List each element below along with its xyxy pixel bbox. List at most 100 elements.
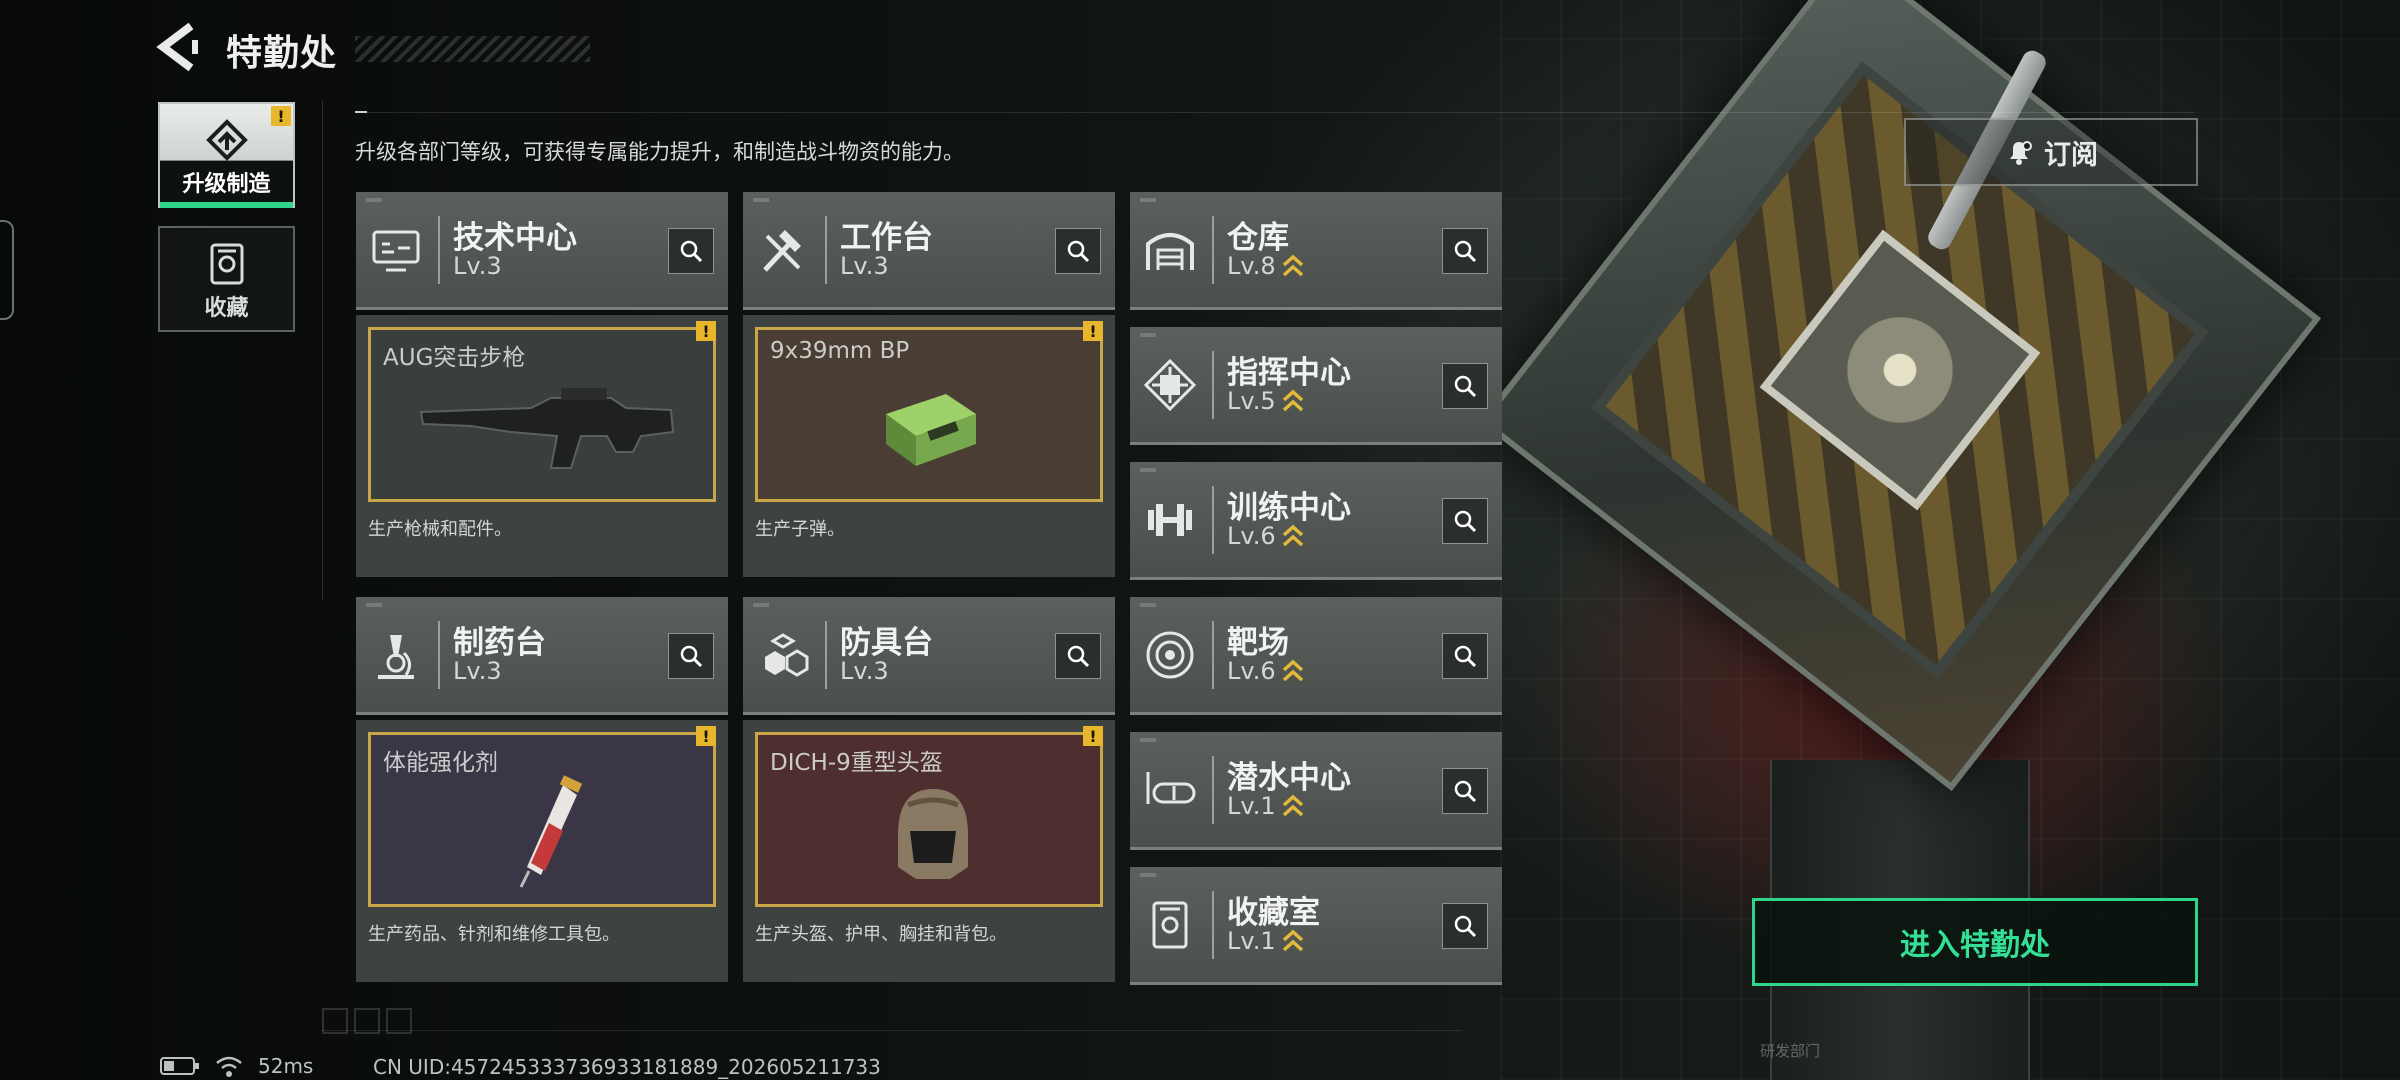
product-description: 生产头盔、护甲、胸挂和背包。	[755, 924, 1007, 945]
dept-name: 工作台	[840, 220, 933, 256]
search-button[interactable]	[1442, 228, 1488, 274]
upgrade-chevron-icon	[1282, 524, 1304, 547]
dept-level: Lv.3	[840, 657, 889, 685]
side-divider	[322, 100, 323, 600]
search-button[interactable]	[1442, 633, 1488, 679]
dept-card-collection-room[interactable]: 收藏室 Lv.1	[1130, 867, 1502, 985]
back-button[interactable]	[155, 22, 201, 72]
dept-level: Lv.6	[1227, 657, 1276, 685]
header-divider	[355, 111, 2195, 113]
active-indicator	[160, 202, 293, 208]
warehouse-icon	[1146, 233, 1194, 270]
hammer-wrench-icon	[763, 230, 801, 272]
upgrade-chevron-icon	[1282, 659, 1304, 682]
dept-name: 防具台	[840, 625, 933, 661]
product-name: 9x39mm BP	[770, 338, 910, 364]
search-icon	[1067, 240, 1090, 263]
search-button[interactable]	[1055, 228, 1101, 274]
dept-name: 制药台	[453, 625, 546, 661]
enter-button-label: 进入特勤处	[1900, 928, 2050, 963]
product-description: 生产药品、针剂和维修工具包。	[368, 924, 620, 945]
dept-card-diving-center[interactable]: 潜水中心 Lv.1	[1130, 732, 1502, 850]
background-label: 研发部门	[1760, 1042, 1821, 1060]
production-panel-pharmacy[interactable]: 体能强化剂 ! 生产药品、针剂和维修工具包。	[356, 720, 728, 982]
search-button[interactable]	[668, 633, 714, 679]
dept-name: 训练中心	[1227, 490, 1351, 526]
tab-collection[interactable]: 收藏	[158, 226, 295, 332]
product-name: DICH-9重型头盔	[770, 750, 943, 776]
search-icon	[1454, 240, 1477, 263]
dept-card-shooting-range[interactable]: 靶场 Lv.6	[1130, 597, 1502, 715]
alert-badge: !	[696, 321, 716, 341]
command-chip-icon	[1143, 358, 1197, 412]
dept-card-warehouse[interactable]: 仓库 Lv.8	[1130, 192, 1502, 310]
dept-level: Lv.3	[453, 657, 502, 685]
upgrade-arrow-icon	[205, 118, 249, 166]
search-button[interactable]	[1442, 903, 1488, 949]
wifi-icon	[216, 1056, 242, 1077]
syringe-image	[519, 775, 583, 888]
page-description: 升级各部门等级，可获得专属能力提升，和制造战斗物资的能力。	[355, 140, 964, 164]
product-slot[interactable]: DICH-9重型头盔 !	[755, 726, 1103, 907]
dept-level: Lv.5	[1227, 387, 1276, 415]
product-description: 生产枪械和配件。	[368, 519, 512, 540]
search-icon	[1454, 510, 1477, 533]
dept-card-pharmacy[interactable]: 制药台 Lv.3	[356, 597, 728, 715]
user-uid: CN UID:4572453337369331818​89_2026052117…	[373, 1055, 881, 1079]
monitor-tech-icon	[372, 230, 420, 272]
dumbbell-icon	[1148, 504, 1192, 536]
side-drawer-handle[interactable]	[0, 220, 14, 320]
dept-name: 技术中心	[453, 220, 577, 256]
production-panel-workbench[interactable]: 9x39mm BP ! 生产子弹。	[743, 315, 1115, 577]
dept-name: 收藏室	[1227, 895, 1320, 931]
search-button[interactable]	[1055, 633, 1101, 679]
subscribe-label: 订阅	[2044, 139, 2098, 171]
dept-level: Lv.1	[1227, 927, 1276, 955]
title-decoration	[355, 36, 590, 62]
upgrade-chevron-icon	[1282, 389, 1304, 412]
search-icon	[1454, 780, 1477, 803]
collection-icon	[207, 242, 247, 290]
dept-level: Lv.8	[1227, 252, 1276, 280]
production-panel-armor[interactable]: DICH-9重型头盔 ! 生产头盔、护甲、胸挂和背包。	[743, 720, 1115, 982]
dept-name: 潜水中心	[1227, 760, 1351, 796]
ping-value: 52ms	[258, 1054, 314, 1078]
alert-badge: !	[271, 106, 291, 126]
target-icon	[1146, 631, 1194, 679]
dept-level: Lv.3	[840, 252, 889, 280]
product-name: 体能强化剂	[383, 750, 498, 776]
tab-collection-label: 收藏	[204, 296, 249, 321]
dept-level: Lv.6	[1227, 522, 1276, 550]
search-button[interactable]	[1442, 363, 1488, 409]
product-name: AUG突击步枪	[383, 345, 526, 371]
alert-badge: !	[696, 726, 716, 746]
product-slot[interactable]: 9x39mm BP !	[755, 321, 1103, 502]
search-button[interactable]	[1442, 768, 1488, 814]
tab-upgrade-craft-label: 升级制造	[182, 172, 271, 197]
subscribe-button[interactable]: 订阅	[1904, 118, 2198, 186]
search-icon	[1454, 915, 1477, 938]
search-button[interactable]	[668, 228, 714, 274]
product-slot[interactable]: AUG突击步枪 !	[368, 321, 716, 502]
enter-special-ops-button[interactable]: 进入特勤处	[1752, 898, 2198, 986]
search-button[interactable]	[1442, 498, 1488, 544]
dept-card-training-center[interactable]: 训练中心 Lv.6	[1130, 462, 1502, 580]
armor-blocks-icon	[765, 633, 809, 677]
product-slot[interactable]: 体能强化剂 !	[368, 726, 716, 907]
alert-badge: !	[1083, 726, 1103, 746]
microscope-icon	[378, 635, 414, 679]
dept-name: 指挥中心	[1227, 355, 1351, 391]
dept-card-command-center[interactable]: 指挥中心 Lv.5	[1130, 327, 1502, 445]
search-icon	[1454, 375, 1477, 398]
dept-level: Lv.3	[453, 252, 502, 280]
product-description: 生产子弹。	[755, 519, 845, 540]
search-icon	[680, 240, 703, 263]
upgrade-chevron-icon	[1282, 794, 1304, 817]
status-bar: 52ms	[160, 1054, 313, 1078]
dept-card-workbench[interactable]: 工作台 Lv.3	[743, 192, 1115, 310]
dept-card-armor[interactable]: 防具台 Lv.3	[743, 597, 1115, 715]
dept-card-tech-center[interactable]: 技术中心 Lv.3	[356, 192, 728, 310]
production-panel-tech-center[interactable]: AUG突击步枪 ! 生产枪械和配件。	[356, 315, 728, 577]
bell-icon	[2010, 141, 2032, 165]
tab-upgrade-craft[interactable]: 升级制造 !	[158, 102, 295, 208]
